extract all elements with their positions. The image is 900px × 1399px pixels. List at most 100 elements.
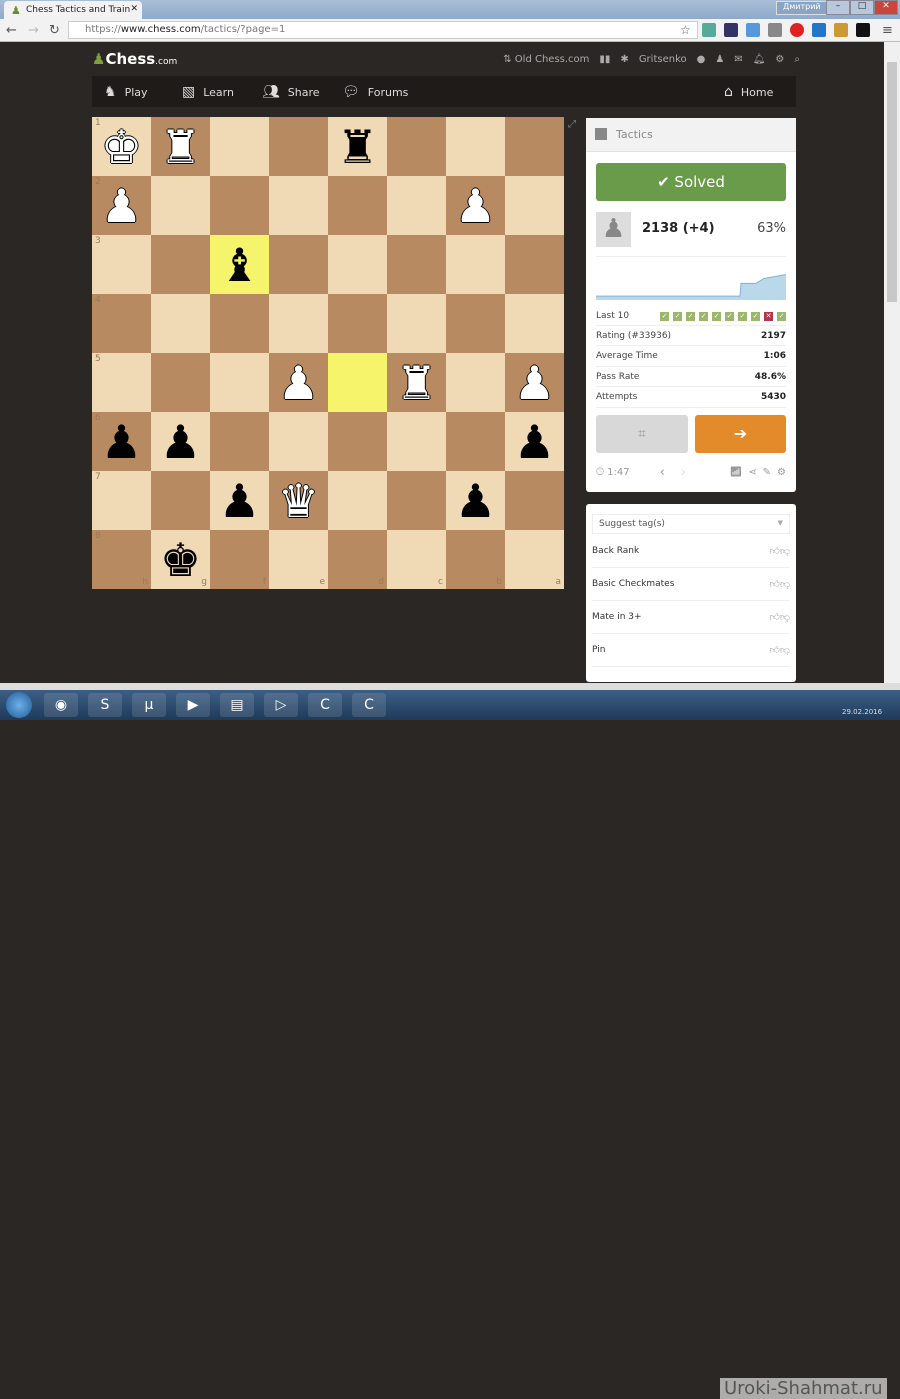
square-f4[interactable] — [210, 294, 269, 353]
next-button[interactable]: ➔ — [695, 415, 786, 453]
back-icon[interactable]: ← — [6, 23, 17, 38]
media-taskbar-icon[interactable]: ▶ — [176, 693, 210, 717]
bug-icon[interactable]: ✱ — [620, 54, 628, 65]
square-h6[interactable]: 6 ♟ — [92, 412, 151, 471]
square-d6[interactable] — [328, 412, 387, 471]
video-taskbar-icon[interactable]: ▷ — [264, 693, 298, 717]
square-b6[interactable] — [446, 412, 505, 471]
edit-icon[interactable]: ✎ — [763, 467, 771, 478]
square-d1[interactable]: ♜ — [328, 117, 387, 176]
square-f5[interactable] — [210, 353, 269, 412]
thumbs-down-icon[interactable]: 👎︎ — [780, 612, 790, 623]
square-b7[interactable]: ♟ — [446, 471, 505, 530]
next-small-icon[interactable]: › — [681, 465, 686, 480]
nav-home[interactable]: ⌂ Home — [724, 84, 773, 100]
black-piece[interactable]: ♟ — [514, 419, 555, 465]
white-piece[interactable]: ♟ — [455, 183, 496, 229]
square-d5[interactable] — [328, 353, 387, 412]
chess-board[interactable]: 1 ♚ ♜ ♜ 2 ♟ ♟ 3 ♝ 4 5 ♟ ♜ ♟ 6 ♟ ♟ ♟ 7 ♟ ♛ ♟ 8 h g ♚ f e d c b a — [92, 117, 564, 589]
camtasia-recorder-taskbar-icon[interactable]: C — [352, 693, 386, 717]
square-f1[interactable] — [210, 117, 269, 176]
suggest-tags-select[interactable]: Suggest tag(s) ▼ — [592, 514, 790, 534]
square-c7[interactable] — [387, 471, 446, 530]
thumbs-down-icon[interactable]: 👎︎ — [780, 645, 790, 656]
black-piece[interactable]: ♝ — [219, 242, 260, 288]
close-window-button[interactable]: ✕ — [874, 0, 898, 15]
square-g1[interactable]: ♜ — [151, 117, 210, 176]
square-h7[interactable]: 7 — [92, 471, 151, 530]
analysis-button[interactable]: ⌗ — [596, 415, 688, 453]
square-c6[interactable] — [387, 412, 446, 471]
square-d8[interactable]: d — [328, 530, 387, 589]
forward-icon[interactable]: → — [28, 23, 39, 38]
square-f8[interactable]: f — [210, 530, 269, 589]
square-e5[interactable]: ♟ — [269, 353, 328, 412]
square-e2[interactable] — [269, 176, 328, 235]
square-c8[interactable]: c — [387, 530, 446, 589]
nav-learn[interactable]: ▧ Learn — [182, 84, 234, 100]
stats-icon[interactable]: 📶︎ — [730, 467, 743, 478]
reload-icon[interactable]: ↻ — [49, 23, 60, 38]
star-icon[interactable]: ☆ — [680, 23, 691, 37]
help-icon[interactable]: ● — [697, 54, 706, 65]
chrome-taskbar-icon[interactable]: ◉ — [44, 693, 78, 717]
extension-icon[interactable] — [856, 23, 870, 37]
square-h8[interactable]: 8h — [92, 530, 151, 589]
square-c5[interactable]: ♜ — [387, 353, 446, 412]
thumbs-up-icon[interactable]: 👍︎ — [769, 612, 779, 623]
expand-board-icon[interactable]: ⤢ — [568, 119, 576, 130]
browser-tab[interactable]: ♟ Chess Tactics and Train ✕ — [4, 1, 142, 19]
square-a6[interactable]: ♟ — [505, 412, 564, 471]
nav-forums[interactable]: 💬︎ Forums — [342, 84, 408, 100]
square-c2[interactable] — [387, 176, 446, 235]
square-d3[interactable] — [328, 235, 387, 294]
username-link[interactable]: Gritsenko — [639, 54, 687, 65]
notifications-icon[interactable]: 🔔︎ — [753, 54, 766, 65]
profile-user[interactable]: Дмитрий — [776, 1, 828, 15]
maximize-button[interactable]: □ — [850, 0, 874, 15]
square-a8[interactable]: a — [505, 530, 564, 589]
square-g8[interactable]: g ♚ — [151, 530, 210, 589]
minimize-button[interactable]: – — [826, 0, 850, 15]
old-chess-link[interactable]: ⇅ Old Chess.com — [503, 54, 589, 65]
extension-icon[interactable] — [812, 23, 826, 37]
square-a1[interactable] — [505, 117, 564, 176]
square-d7[interactable] — [328, 471, 387, 530]
square-e3[interactable] — [269, 235, 328, 294]
square-a5[interactable]: ♟ — [505, 353, 564, 412]
square-b5[interactable] — [446, 353, 505, 412]
search-icon[interactable]: ⌕ — [794, 54, 800, 65]
play-small-icon[interactable]: ♟ — [715, 54, 724, 65]
white-piece[interactable]: ♟ — [278, 360, 319, 406]
menu-icon[interactable]: ≡ — [882, 23, 893, 38]
square-b8[interactable]: b — [446, 530, 505, 589]
white-piece[interactable]: ♜ — [396, 360, 437, 406]
square-a4[interactable] — [505, 294, 564, 353]
square-b4[interactable] — [446, 294, 505, 353]
square-b2[interactable]: ♟ — [446, 176, 505, 235]
horizontal-scrollbar[interactable] — [0, 683, 900, 690]
share-icon[interactable]: ⋖ — [748, 467, 756, 478]
square-h2[interactable]: 2 ♟ — [92, 176, 151, 235]
white-piece[interactable]: ♚ — [101, 124, 142, 170]
square-a3[interactable] — [505, 235, 564, 294]
square-e8[interactable]: e — [269, 530, 328, 589]
start-button[interactable] — [6, 692, 32, 718]
folder-taskbar-icon[interactable]: ▤ — [220, 693, 254, 717]
square-g7[interactable] — [151, 471, 210, 530]
board-icon[interactable]: ▮▮ — [599, 54, 610, 65]
utorrent-taskbar-icon[interactable]: µ — [132, 693, 166, 717]
square-c3[interactable] — [387, 235, 446, 294]
skype-taskbar-icon[interactable]: S — [88, 693, 122, 717]
opera-icon[interactable] — [790, 23, 804, 37]
square-f7[interactable]: ♟ — [210, 471, 269, 530]
square-e4[interactable] — [269, 294, 328, 353]
chess-logo[interactable]: ♟Chess.com — [92, 50, 177, 68]
square-e6[interactable] — [269, 412, 328, 471]
scroll-thumb[interactable] — [887, 62, 897, 302]
prev-icon[interactable]: ‹ — [660, 465, 665, 480]
nav-share[interactable]: 👥︎ Share — [262, 84, 320, 100]
extension-icon[interactable] — [834, 23, 848, 37]
white-piece[interactable]: ♜ — [160, 124, 201, 170]
camtasia-taskbar-icon[interactable]: C — [308, 693, 342, 717]
